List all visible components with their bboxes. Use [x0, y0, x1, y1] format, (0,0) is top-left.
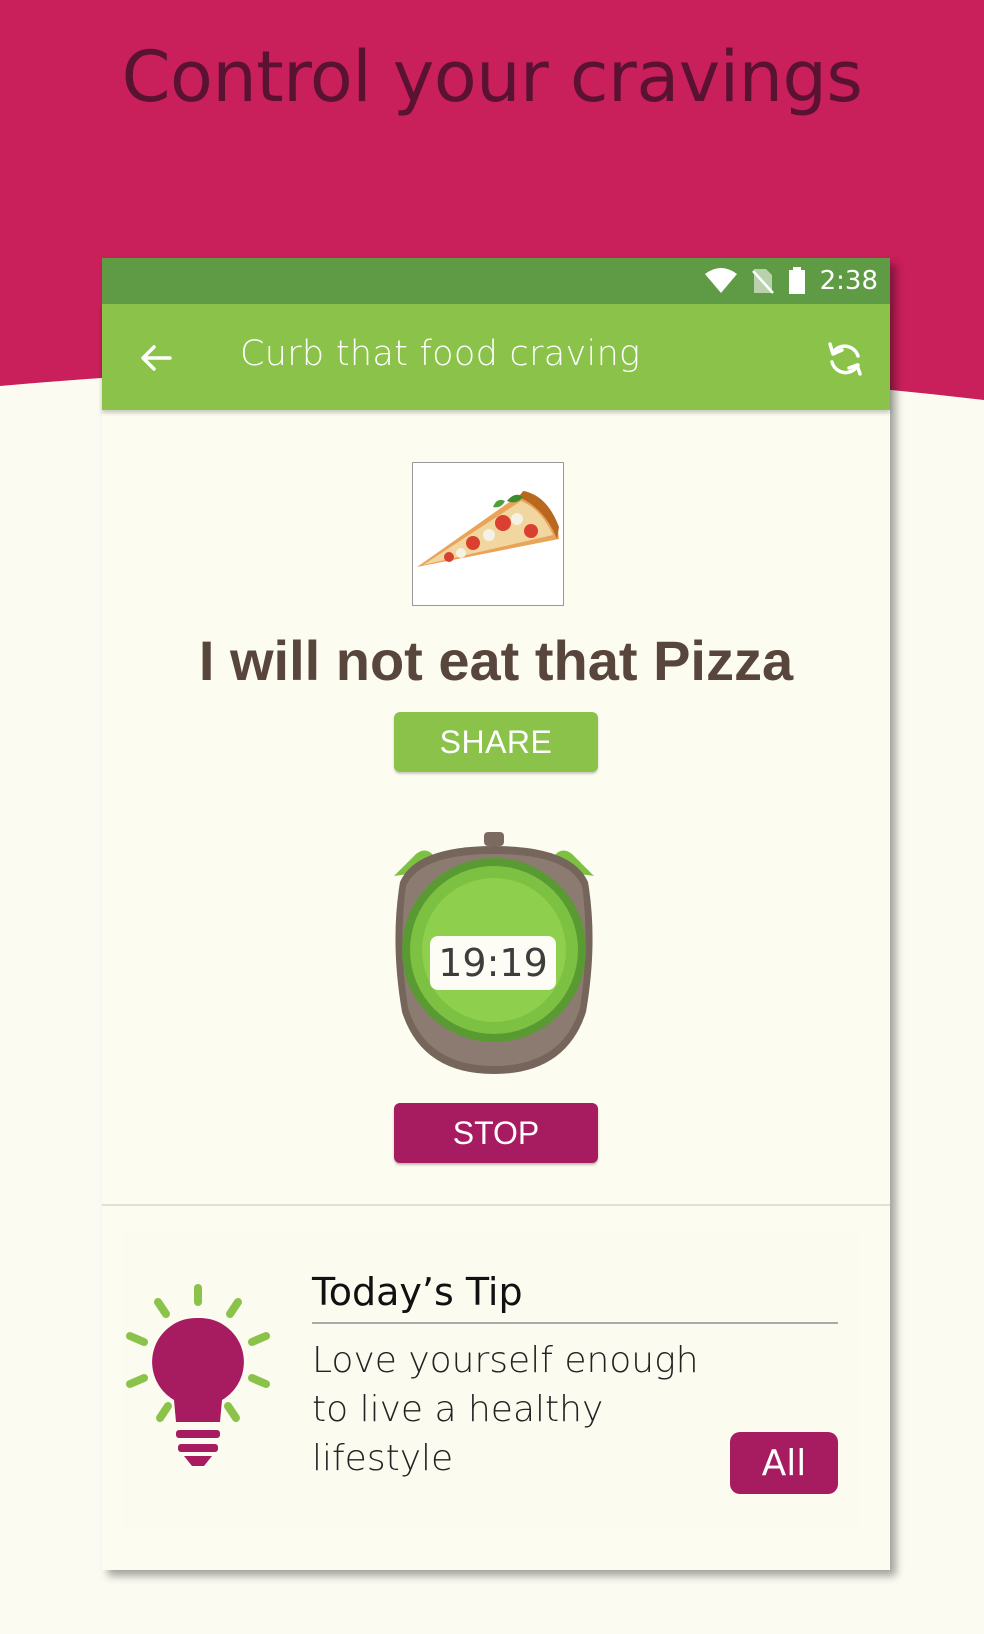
tip-title-rule — [312, 1322, 838, 1324]
tip-line: to live a healthy — [312, 1389, 604, 1430]
tip-line: Love yourself enough — [312, 1340, 699, 1381]
refresh-icon[interactable] — [824, 338, 866, 380]
app-bar: Curb that food craving — [102, 304, 890, 410]
battery-icon — [788, 267, 805, 294]
wifi-icon — [704, 268, 737, 293]
tip-body: Love yourself enough to live a healthy l… — [312, 1336, 732, 1483]
all-tips-button[interactable]: All — [730, 1432, 838, 1494]
arrow-left-icon[interactable] — [136, 338, 176, 378]
lightbulb-icon — [126, 1284, 270, 1466]
tip-card: Today’s Tip Love yourself enough to live… — [122, 1232, 858, 1528]
section-divider — [102, 1204, 890, 1206]
tip-line: lifestyle — [312, 1438, 454, 1479]
status-time: 2:38 — [819, 266, 878, 296]
promo-headline: Control your cravings — [121, 36, 863, 118]
pizza-icon — [417, 491, 559, 567]
food-image — [412, 462, 564, 606]
app-bar-title: Curb that food craving — [240, 334, 641, 374]
craving-pledge: I will not eat that Pizza — [198, 629, 794, 692]
stop-button[interactable]: STOP — [394, 1103, 598, 1163]
no-sim-icon — [751, 269, 774, 294]
share-button[interactable]: SHARE — [394, 712, 598, 772]
tip-title: Today’s Tip — [312, 1270, 523, 1314]
phone-screen: 2:38 Curb that food craving I will not e… — [102, 258, 890, 1570]
status-bar: 2:38 — [102, 258, 890, 304]
timer-display: 19:19 — [430, 936, 556, 990]
